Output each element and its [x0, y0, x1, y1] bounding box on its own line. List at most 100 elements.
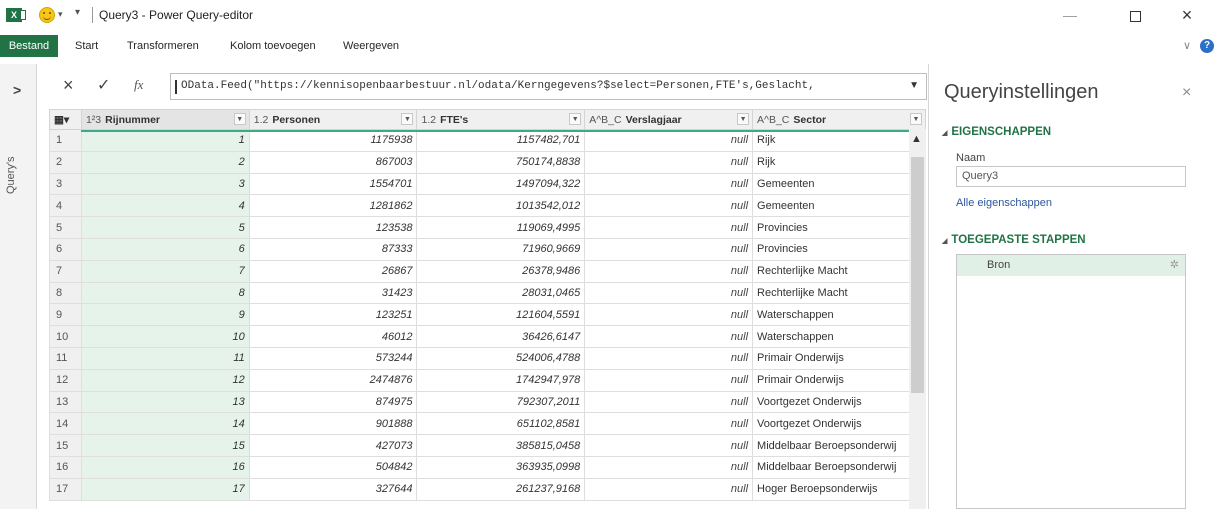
cell-sector[interactable]: Middelbaar Beroepsonderwij — [752, 434, 926, 457]
customize-toolbar-icon[interactable]: ▾ — [75, 7, 80, 18]
row-number[interactable]: 10 — [49, 325, 82, 348]
cell-personen[interactable]: 874975 — [248, 390, 418, 414]
all-properties-link[interactable]: Alle eigenschappen — [956, 197, 1052, 209]
cell-ftes[interactable]: 792307,2011 — [416, 390, 586, 414]
filter-dropdown-icon[interactable]: ▼ — [737, 113, 750, 125]
cell-rijnummer[interactable]: 6 — [80, 237, 250, 261]
cell-personen[interactable]: 573244 — [248, 346, 418, 370]
row-number[interactable]: 2 — [49, 150, 82, 174]
step-bron[interactable]: Bron ✲ — [957, 255, 1185, 276]
table-row[interactable]: 4 4 1281862 1013542,012 null Gemeenten — [49, 194, 926, 218]
tab-start[interactable]: Start — [75, 38, 98, 54]
properties-section-header[interactable]: ◢ EIGENSCHAPPEN — [942, 126, 1051, 138]
cell-ftes[interactable]: 71960,9669 — [416, 237, 586, 261]
cell-ftes[interactable]: 651102,8581 — [416, 412, 586, 436]
row-number[interactable]: 9 — [49, 303, 82, 327]
cell-ftes[interactable]: 524006,4788 — [416, 346, 586, 370]
table-row[interactable]: 5 5 123538 119069,4995 null Provincies — [49, 216, 926, 239]
cell-verslagjaar[interactable]: null — [584, 172, 754, 196]
row-number[interactable]: 6 — [49, 237, 82, 261]
cell-personen[interactable]: 1175938 — [248, 129, 418, 152]
table-row[interactable]: 7 7 26867 26378,9486 null Rechterlijke Macht — [49, 259, 926, 283]
cell-ftes[interactable]: 121604,5591 — [416, 303, 586, 327]
cell-sector[interactable]: Hoger Beroepsonderwijs — [752, 477, 926, 501]
cancel-formula-button[interactable]: × — [63, 75, 74, 96]
applied-steps-section-header[interactable]: ◢ TOEGEPASTE STAPPEN — [942, 234, 1086, 246]
decimal-type-icon[interactable]: 1.2 — [254, 114, 269, 126]
cell-rijnummer[interactable]: 13 — [80, 390, 250, 414]
filter-dropdown-icon[interactable]: ▼ — [401, 113, 414, 125]
filter-dropdown-icon[interactable]: ▼ — [910, 113, 922, 125]
cell-ftes[interactable]: 36426,6147 — [416, 325, 586, 348]
tab-bestand[interactable]: Bestand — [0, 35, 58, 57]
cell-ftes[interactable]: 261237,9168 — [416, 477, 586, 501]
cell-verslagjaar[interactable]: null — [584, 194, 754, 218]
decimal-type-icon[interactable]: 1.2 — [421, 114, 436, 126]
cell-ftes[interactable]: 1157482,701 — [416, 129, 586, 152]
cell-verslagjaar[interactable]: null — [584, 281, 754, 305]
row-number[interactable]: 15 — [49, 434, 82, 457]
cell-sector[interactable]: Primair Onderwijs — [752, 346, 926, 370]
cell-ftes[interactable]: 385815,0458 — [416, 434, 586, 457]
maximize-button[interactable] — [1120, 4, 1150, 26]
cell-rijnummer[interactable]: 16 — [80, 455, 250, 479]
cell-sector[interactable]: Provincies — [752, 237, 926, 261]
cell-verslagjaar[interactable]: null — [584, 455, 754, 479]
cell-rijnummer[interactable]: 3 — [80, 172, 250, 196]
cell-verslagjaar[interactable]: null — [584, 303, 754, 327]
cell-ftes[interactable]: 1013542,012 — [416, 194, 586, 218]
cell-rijnummer[interactable]: 2 — [80, 150, 250, 174]
vertical-scrollbar[interactable]: ▲ — [909, 129, 926, 509]
cell-verslagjaar[interactable]: null — [584, 259, 754, 283]
close-pane-button[interactable]: × — [1182, 84, 1191, 102]
help-icon[interactable]: ? — [1200, 39, 1214, 53]
cell-rijnummer[interactable]: 5 — [80, 216, 250, 239]
column-header-sector[interactable]: A^B_C Sector ▼ — [752, 109, 926, 130]
cell-rijnummer[interactable]: 11 — [80, 346, 250, 370]
tab-weergeven[interactable]: Weergeven — [343, 38, 399, 54]
cell-sector[interactable]: Provincies — [752, 216, 926, 239]
row-number[interactable]: 8 — [49, 281, 82, 305]
cell-sector[interactable]: Gemeenten — [752, 194, 926, 218]
filter-dropdown-icon[interactable]: ▼ — [233, 113, 246, 125]
smiley-feedback-icon[interactable] — [39, 7, 55, 23]
row-number[interactable]: 14 — [49, 412, 82, 436]
row-number[interactable]: 3 — [49, 172, 82, 196]
cell-ftes[interactable]: 363935,0998 — [416, 455, 586, 479]
expand-formula-icon[interactable]: ▼ — [909, 80, 919, 91]
cell-personen[interactable]: 26867 — [248, 259, 418, 283]
queries-label[interactable]: Query's — [5, 156, 17, 194]
cell-verslagjaar[interactable]: null — [584, 477, 754, 501]
cell-ftes[interactable]: 750174,8838 — [416, 150, 586, 174]
cell-personen[interactable]: 1281862 — [248, 194, 418, 218]
cell-rijnummer[interactable]: 10 — [80, 325, 250, 348]
cell-verslagjaar[interactable]: null — [584, 150, 754, 174]
cell-personen[interactable]: 901888 — [248, 412, 418, 436]
cell-sector[interactable]: Rijk — [752, 129, 926, 152]
cell-rijnummer[interactable]: 15 — [80, 434, 250, 457]
cell-sector[interactable]: Gemeenten — [752, 172, 926, 196]
scroll-thumb[interactable] — [911, 157, 924, 393]
cell-ftes[interactable]: 28031,0465 — [416, 281, 586, 305]
cell-personen[interactable]: 327644 — [248, 477, 418, 501]
cell-verslagjaar[interactable]: null — [584, 412, 754, 436]
scroll-up-icon[interactable]: ▲ — [911, 133, 922, 145]
cell-verslagjaar[interactable]: null — [584, 237, 754, 261]
cell-rijnummer[interactable]: 8 — [80, 281, 250, 305]
cell-ftes[interactable]: 119069,4995 — [416, 216, 586, 239]
column-header-verslagjaar[interactable]: A^B_C Verslagjaar ▼ — [584, 109, 754, 130]
formula-input[interactable]: OData.Feed("https://kennisopenbaarbestuu… — [170, 73, 927, 100]
cell-sector[interactable]: Voortgezet Onderwijs — [752, 390, 926, 414]
table-row[interactable]: 15 15 427073 385815,0458 null Middelbaar Bero… — [49, 434, 926, 457]
row-number[interactable]: 17 — [49, 477, 82, 501]
cell-rijnummer[interactable]: 7 — [80, 259, 250, 283]
row-number[interactable]: 4 — [49, 194, 82, 218]
cell-verslagjaar[interactable]: null — [584, 390, 754, 414]
cell-rijnummer[interactable]: 17 — [80, 477, 250, 501]
table-row[interactable]: 11 11 573244 524006,4788 null Primair Onderwi… — [49, 346, 926, 370]
row-number[interactable]: 12 — [49, 368, 82, 392]
cell-personen[interactable]: 867003 — [248, 150, 418, 174]
tab-kolom-toevoegen[interactable]: Kolom toevoegen — [230, 38, 316, 54]
cell-ftes[interactable]: 1497094,322 — [416, 172, 586, 196]
collapse-ribbon-icon[interactable]: ∨ — [1183, 39, 1191, 52]
